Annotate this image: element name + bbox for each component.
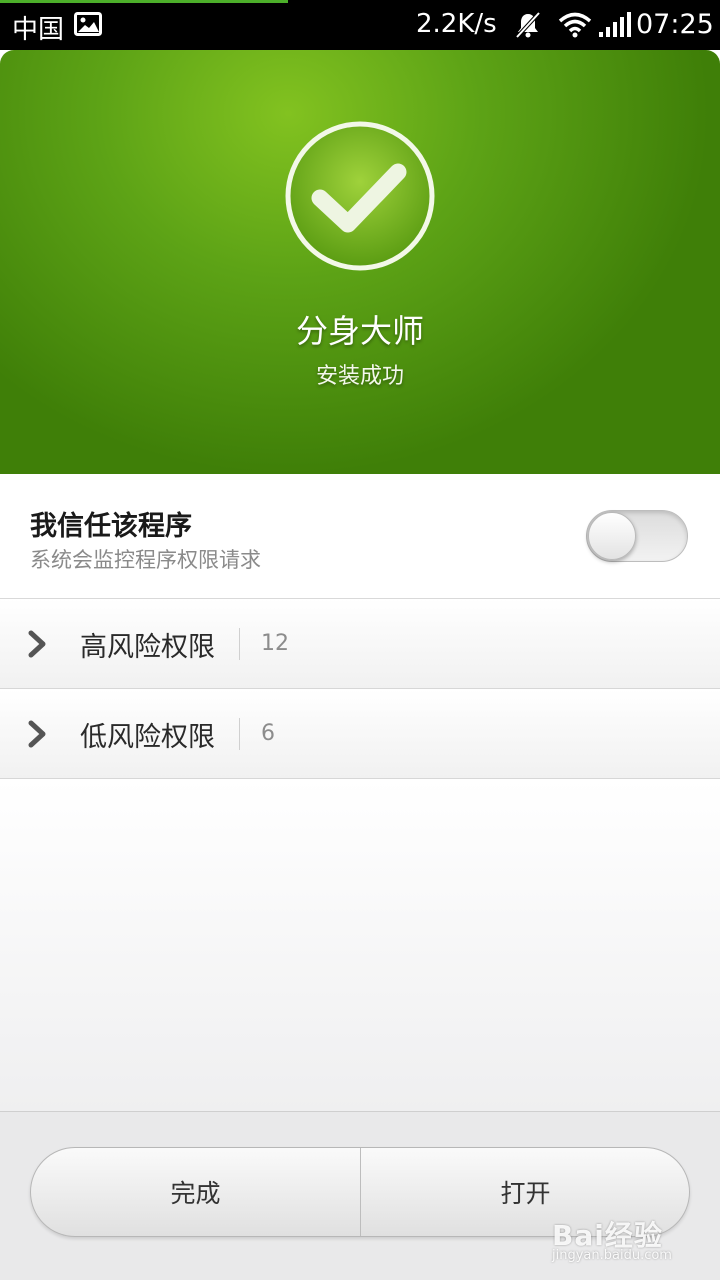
carrier-name: 中国 xyxy=(12,15,65,45)
download-progress-line xyxy=(0,0,288,3)
status-bar: 中国 2.2K/s 07:25 xyxy=(0,0,720,50)
divider xyxy=(239,628,240,660)
chevron-right-icon xyxy=(28,630,46,658)
trust-app-row[interactable]: 我信任该程序 系统会监控程序权限请求 xyxy=(0,474,720,599)
clock: 07:25 xyxy=(636,9,714,40)
done-button[interactable]: 完成 xyxy=(31,1148,360,1236)
signal-icon xyxy=(599,12,631,37)
wifi-icon xyxy=(558,12,592,38)
permission-label: 低风险权限 xyxy=(80,722,215,753)
permission-row-high-risk[interactable]: 高风险权限 12 xyxy=(0,599,720,689)
permission-count: 6 xyxy=(261,721,275,746)
trust-app-title: 我信任该程序 xyxy=(30,511,192,542)
install-result-header: 分身大师 安装成功 xyxy=(0,50,720,474)
gallery-icon xyxy=(74,12,102,36)
permission-row-low-risk[interactable]: 低风险权限 6 xyxy=(0,689,720,779)
check-icon xyxy=(285,121,435,271)
trust-app-subtitle: 系统会监控程序权限请求 xyxy=(30,548,261,572)
watermark-url: jingyan.baidu.com xyxy=(552,1248,672,1263)
network-speed: 2.2K/s xyxy=(416,9,497,39)
toggle-knob[interactable] xyxy=(588,512,636,560)
install-status: 安装成功 xyxy=(315,364,404,389)
chevron-right-icon xyxy=(28,720,46,748)
bell-muted-icon xyxy=(515,11,541,39)
baidu-jingyan-watermark: Bai经验 jingyan.baidu.com xyxy=(552,1214,692,1270)
content-blank-area xyxy=(0,779,720,1111)
permission-label: 高风险权限 xyxy=(80,632,215,663)
trust-app-toggle[interactable] xyxy=(586,510,688,562)
divider xyxy=(239,718,240,750)
app-name: 分身大师 xyxy=(295,312,424,350)
permission-count: 12 xyxy=(261,631,289,656)
